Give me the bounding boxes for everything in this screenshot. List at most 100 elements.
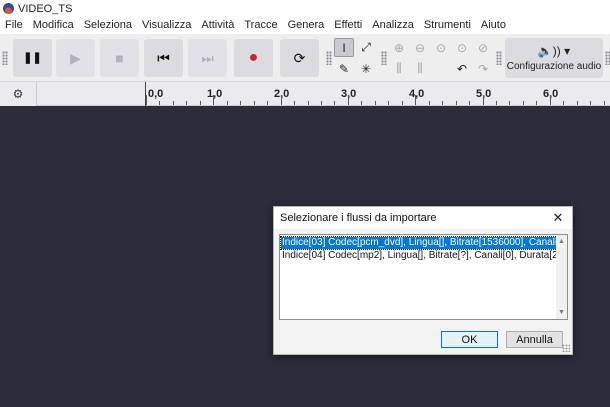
menu-seleziona[interactable]: Seleziona — [79, 17, 137, 34]
ruler-tick — [173, 101, 174, 105]
ruler-tick — [213, 95, 214, 105]
ruler-tick — [442, 101, 443, 105]
ruler-tick — [186, 101, 187, 105]
menu-genera[interactable]: Genera — [283, 17, 330, 34]
toolbar-grip-handle[interactable] — [326, 51, 332, 65]
timeline-options-button[interactable]: ⚙ — [0, 82, 37, 106]
close-icon[interactable]: ✕ — [550, 210, 566, 226]
zoom-in-icon[interactable]: ⊕ — [389, 38, 409, 57]
record-button[interactable]: ● — [234, 39, 273, 77]
draw-tool-icon[interactable]: ✎ — [334, 59, 354, 78]
title-bar: VIDEO_TS — [0, 0, 610, 17]
ruler-tick — [563, 101, 564, 105]
ruler-tick — [146, 95, 147, 105]
undo-icon[interactable]: ↶ — [452, 59, 472, 78]
ruler-tick — [348, 95, 349, 105]
record-icon: ● — [248, 49, 259, 66]
ruler-tick — [496, 101, 497, 105]
zoom-toggle-icon[interactable]: ⊘ — [473, 38, 493, 57]
ruler-tick — [469, 101, 470, 105]
ruler-tick — [415, 95, 416, 105]
menu-analizza[interactable]: Analizza — [367, 17, 419, 34]
skip-to-end-button[interactable]: ⏭ — [188, 39, 227, 77]
gear-icon: ⚙ — [12, 87, 24, 101]
speaker-icon: 🔈)) ▾ — [537, 44, 571, 58]
menu-bar: File Modifica Seleziona Visualizza Attiv… — [0, 17, 610, 34]
menu-effetti[interactable]: Effetti — [329, 17, 367, 34]
timeline-ruler[interactable]: ⚙ 0,0 1,0 2,0 3,0 4,0 5,0 6,0 — [0, 82, 610, 106]
selection-tool-icon[interactable]: I — [334, 38, 354, 57]
ruler-tick — [604, 101, 605, 105]
toolbar-grip-handle[interactable] — [381, 51, 387, 65]
audio-setup-button[interactable]: 🔈)) ▾ Configurazione audio — [505, 38, 603, 78]
skip-to-end-icon: ⏭ — [201, 50, 214, 66]
ruler-tick — [294, 101, 295, 105]
envelope-tool-icon[interactable]: ⤢ — [356, 38, 376, 57]
scroll-up-icon[interactable]: ▲ — [557, 237, 566, 246]
ruler-tick — [550, 95, 551, 105]
ruler-tick — [577, 101, 578, 105]
streams-listbox[interactable]: Indice[03] Codec[pcm_dvd], Lingua[], Bit… — [279, 234, 568, 320]
play-button[interactable]: ▶ — [56, 39, 95, 77]
toolbar-grip-handle[interactable] — [2, 51, 8, 65]
ruler-label: 0,0 — [148, 88, 164, 100]
multi-tool-icon[interactable]: ✳ — [356, 59, 376, 78]
ruler-tick — [523, 101, 524, 105]
menu-file[interactable]: File — [0, 17, 28, 34]
cancel-button[interactable]: Annulla — [506, 331, 563, 348]
loop-icon: ⟳ — [293, 50, 306, 66]
toolbar-grip-handle[interactable] — [605, 51, 610, 65]
redo-icon[interactable]: ↷ — [473, 59, 493, 78]
menu-visualizza[interactable]: Visualizza — [137, 17, 196, 34]
dialog-title: Selezionare i flussi da importare — [280, 212, 437, 224]
dialog-header: Selezionare i flussi da importare ✕ — [274, 207, 572, 229]
skip-to-start-button[interactable]: ⏮ — [144, 39, 183, 77]
ok-button[interactable]: OK — [441, 331, 498, 348]
pause-button[interactable]: ❚❚ — [13, 39, 52, 77]
stream-list-item[interactable]: Indice[03] Codec[pcm_dvd], Lingua[], Bit… — [280, 236, 567, 250]
listbox-scrollbar[interactable]: ▲ ▼ — [556, 235, 567, 319]
stream-list-item[interactable]: Indice[04] Codec[mp2], Lingua[], Bitrate… — [281, 250, 566, 262]
ruler-tick — [159, 101, 160, 105]
pause-icon: ❚❚ — [23, 51, 42, 64]
ruler-label: 1,0 — [207, 88, 223, 100]
ruler-label: 4,0 — [409, 88, 425, 100]
ruler-tick — [483, 95, 484, 105]
ruler-tick — [375, 101, 376, 105]
ruler-tick — [361, 101, 362, 105]
audio-setup-label: Configurazione audio — [506, 61, 602, 72]
ruler-tick — [388, 101, 389, 105]
menu-tracce[interactable]: Tracce — [239, 17, 282, 34]
zoom-out-icon[interactable]: ⊖ — [410, 38, 430, 57]
ruler-tick — [281, 95, 282, 105]
trim-audio-icon[interactable]: ⫼ — [389, 59, 409, 78]
toolbar-grip-handle[interactable] — [496, 51, 502, 65]
ruler-tick — [536, 101, 537, 105]
menu-modifica[interactable]: Modifica — [28, 17, 79, 34]
ruler-tick — [321, 101, 322, 105]
play-icon: ▶ — [70, 50, 81, 66]
resize-grip-icon[interactable] — [562, 344, 570, 352]
fit-project-icon[interactable]: ⊙ — [452, 38, 472, 57]
silence-audio-icon[interactable]: ⫼ — [410, 59, 430, 78]
ruler-tick — [334, 101, 335, 105]
loop-button[interactable]: ⟳ — [280, 39, 319, 77]
ruler-tick — [429, 101, 430, 105]
stop-button[interactable]: ■ — [100, 39, 139, 77]
menu-aiuto[interactable]: Aiuto — [476, 17, 511, 34]
ruler-tick — [590, 101, 591, 105]
ruler-tick — [240, 101, 241, 105]
ruler-tick — [267, 101, 268, 105]
fit-selection-icon[interactable]: ⊙ — [431, 38, 451, 57]
import-streams-dialog: Selezionare i flussi da importare ✕ Indi… — [273, 206, 573, 355]
ruler-tick — [308, 101, 309, 105]
ruler-tick — [402, 101, 403, 105]
ruler-tick — [456, 101, 457, 105]
window-title: VIDEO_TS — [18, 2, 73, 15]
ruler-tick — [509, 101, 510, 105]
menu-attivita[interactable]: Attività — [196, 17, 239, 34]
stop-icon: ■ — [115, 50, 124, 66]
scroll-down-icon[interactable]: ▼ — [557, 308, 566, 317]
menu-strumenti[interactable]: Strumenti — [419, 17, 476, 34]
ruler-tick — [227, 101, 228, 105]
